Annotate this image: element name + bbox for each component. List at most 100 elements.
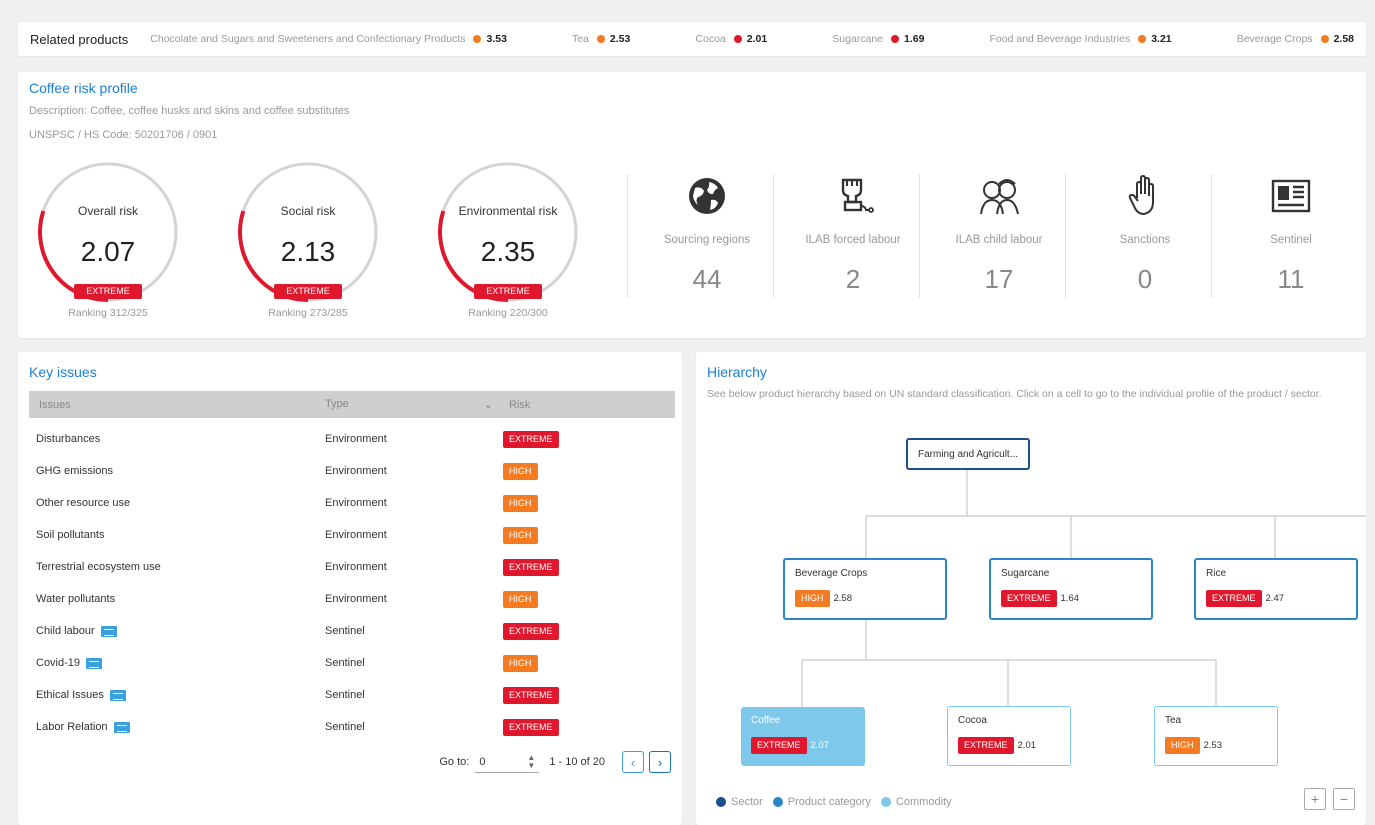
divider xyxy=(919,174,920,298)
issue-type: Environment xyxy=(325,497,387,509)
related-item[interactable]: Beverage Crops 2.58 xyxy=(1237,33,1354,45)
related-products-bar: Related products Chocolate and Sugars an… xyxy=(18,22,1366,56)
risk-dot xyxy=(1138,35,1147,43)
related-item[interactable]: Chocolate and Sugars and Sweeteners and … xyxy=(150,33,507,45)
next-page-button[interactable]: › xyxy=(649,751,671,773)
zoom-out-button[interactable]: − xyxy=(1333,788,1355,810)
globe-icon xyxy=(689,178,725,214)
issue-name: Water pollutants xyxy=(36,593,116,605)
risk-dot xyxy=(596,35,605,43)
gauge-ring xyxy=(238,162,378,302)
column-type[interactable]: Type ⌄ xyxy=(325,398,503,411)
risk-badge: HIGH xyxy=(503,654,538,672)
stat-value: 0 xyxy=(1137,264,1153,294)
hierarchy-node-tea[interactable]: Tea HIGH 2.53 xyxy=(1154,706,1278,766)
column-risk: Risk xyxy=(509,398,531,411)
risk-badge: EXTREME xyxy=(503,622,559,640)
hierarchy-card: Hierarchy See below product hierarchy ba… xyxy=(696,352,1366,825)
related-item[interactable]: Sugarcane 1.69 xyxy=(832,33,924,45)
stat-ilab-child-labour[interactable]: ILAB child labour 17 xyxy=(926,174,1072,300)
stat-sourcing-regions[interactable]: Sourcing regions 44 xyxy=(634,174,780,300)
gauge-ring xyxy=(38,162,178,302)
table-row[interactable]: Disturbances Environment EXTREME xyxy=(29,423,675,455)
risk-badge: EXTREME xyxy=(503,686,559,704)
issue-name: Disturbances xyxy=(36,433,101,445)
table-row[interactable]: Labor Relation Sentinel EXTREME xyxy=(29,711,675,743)
stat-label: ILAB forced labour xyxy=(805,234,901,246)
table-header: Issues Type ⌄ Risk xyxy=(29,391,675,418)
legend-item-sector: Sector xyxy=(716,796,763,808)
gauge-value: 2.35 xyxy=(480,236,536,267)
stat-label: Sentinel xyxy=(1270,234,1312,246)
risk-badge: EXTREME xyxy=(503,718,559,736)
stepper-icon[interactable]: ▲ ▼ xyxy=(527,753,535,770)
issue-type: Environment xyxy=(325,529,387,541)
gauge-ranking: Ranking 273/285 xyxy=(268,307,348,319)
hierarchy-node-cocoa[interactable]: Cocoa EXTREME 2.01 xyxy=(947,706,1071,766)
risk-badge: HIGH xyxy=(503,590,538,608)
issue-type: Sentinel xyxy=(325,657,365,669)
goto-input[interactable]: 0 ▲ ▼ xyxy=(475,751,540,773)
gauge-label: Social risk xyxy=(280,204,336,218)
news-icon[interactable] xyxy=(113,721,130,733)
profile-description: Description: Coffee, coffee husks and sk… xyxy=(29,105,350,117)
issue-name: Other resource use xyxy=(36,497,131,509)
gauge-ring xyxy=(438,162,578,302)
stat-label: Sourcing regions xyxy=(663,234,751,246)
stat-sentinel[interactable]: Sentinel 11 xyxy=(1218,174,1364,300)
key-issues-card: Key issues Issues Type ⌄ Risk Disturbance… xyxy=(18,352,682,825)
risk-badge: HIGH xyxy=(795,590,830,607)
risk-badge: HIGH xyxy=(1165,737,1200,754)
table-row[interactable]: Ethical Issues Sentinel EXTREME xyxy=(29,679,675,711)
risk-profile-card: Coffee risk profile Description: Coffee,… xyxy=(18,72,1366,338)
legend-item-commodity: Commodity xyxy=(880,796,952,808)
risk-dot xyxy=(473,35,482,43)
zoom-in-button[interactable]: + xyxy=(1304,788,1326,810)
gauge-value: 2.07 xyxy=(80,236,136,267)
related-item[interactable]: Cocoa 2.01 xyxy=(695,33,767,45)
key-issues-title: Key issues xyxy=(29,364,97,380)
stat-sanctions[interactable]: Sanctions 0 xyxy=(1072,174,1218,300)
chevron-down-icon[interactable]: ⌄ xyxy=(484,398,493,411)
social-risk-gauge: Social risk 2.13 EXTREME Ranking 273/285 xyxy=(236,160,380,320)
issue-type: Environment xyxy=(325,465,387,477)
table-row[interactable]: Covid-19 Sentinel HIGH xyxy=(29,647,675,679)
issue-type: Environment xyxy=(325,593,387,605)
pagination: Go to: 0 ▲ ▼ 1 - 10 of 20 ‹ › xyxy=(439,751,671,773)
table-row[interactable]: Soil pollutants Environment HIGH xyxy=(29,519,675,551)
newspaper-icon xyxy=(1271,179,1311,213)
related-products-title: Related products xyxy=(30,31,129,47)
issue-type: Sentinel xyxy=(325,721,365,733)
legend-item-product-category: Product category xyxy=(772,796,871,808)
news-icon[interactable] xyxy=(86,657,103,669)
hierarchy-legend: Sector Product category Commodity xyxy=(716,796,962,808)
news-icon[interactable] xyxy=(109,689,126,701)
hierarchy-node-beverage-crops[interactable]: Beverage Crops HIGH 2.58 xyxy=(783,558,947,620)
table-row[interactable]: GHG emissions Environment HIGH xyxy=(29,455,675,487)
hierarchy-node-rice[interactable]: Rice EXTREME 2.47 xyxy=(1194,558,1358,620)
issue-name: Labor Relation xyxy=(36,721,108,733)
hierarchy-node-sector[interactable]: Farming and Agricult... xyxy=(906,438,1030,470)
stat-ilab-forced-labour[interactable]: ILAB forced labour 2 xyxy=(780,174,926,300)
issue-name: Terrestrial ecosystem use xyxy=(36,561,161,573)
table-row[interactable]: Other resource use Environment HIGH xyxy=(29,487,675,519)
risk-badge: EXTREME xyxy=(274,284,342,299)
table-row[interactable]: Terrestrial ecosystem use Environment EXTR… xyxy=(29,551,675,583)
divider xyxy=(627,174,628,298)
stat-value: 2 xyxy=(845,264,861,294)
table-row[interactable]: Water pollutants Environment HIGH xyxy=(29,583,675,615)
related-item[interactable]: Tea 2.53 xyxy=(572,33,630,45)
issues-table-body: Disturbances Environment EXTREME GHG emissi… xyxy=(29,423,675,743)
hierarchy-node-coffee[interactable]: Coffee EXTREME 2.07 xyxy=(741,707,865,766)
issue-name: Covid-19 xyxy=(36,657,81,669)
news-icon[interactable] xyxy=(100,625,117,637)
risk-badge: EXTREME xyxy=(751,737,807,754)
related-item[interactable]: Food and Beverage Industries 3.21 xyxy=(990,33,1172,45)
hierarchy-node-sugarcane[interactable]: Sugarcane EXTREME 1.64 xyxy=(989,558,1153,620)
issue-name: GHG emissions xyxy=(36,465,114,477)
table-row[interactable]: Child labour Sentinel EXTREME xyxy=(29,615,675,647)
environmental-risk-gauge: Environmental risk 2.35 EXTREME Ranking … xyxy=(436,160,580,320)
profile-code: UNSPSC / HS Code: 50201706 / 0901 xyxy=(29,129,218,141)
profile-title: Coffee risk profile xyxy=(29,80,138,96)
prev-page-button[interactable]: ‹ xyxy=(622,751,644,773)
